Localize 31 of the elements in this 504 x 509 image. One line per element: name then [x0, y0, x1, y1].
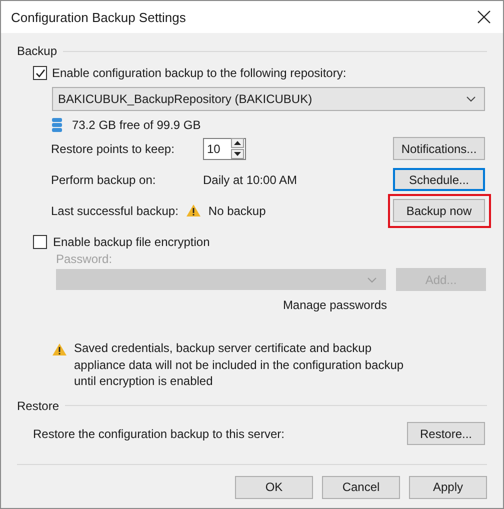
- warning-text: Saved credentials, backup server certificate and backup appliance data will not be included in the configuration backup until encryption is enabled: [74, 340, 405, 390]
- checkbox[interactable]: [33, 235, 47, 249]
- repository-dropdown[interactable]: BAKICUBUK_BackupRepository (BAKICUBUK): [52, 87, 485, 111]
- caret-icon: [466, 96, 476, 102]
- field-label: Password:: [55, 251, 114, 267]
- dialog-button[interactable]: OK: [235, 476, 313, 498]
- close-icon[interactable]: [477, 10, 491, 24]
- last-backup-value: No backup: [208, 204, 266, 218]
- restore-button[interactable]: Restore...: [407, 422, 485, 445]
- notifications-button[interactable]: Notifications...: [393, 137, 485, 160]
- schedule-value: Daily at 10:00 AM: [203, 172, 298, 186]
- checkbox-label[interactable]: Enable backup file encryption: [53, 235, 210, 249]
- dialog-button[interactable]: Apply: [409, 476, 487, 498]
- backup-now-button[interactable]: Backup now: [393, 199, 485, 222]
- manage-passwords-link[interactable]: Manage passwords: [282, 298, 387, 312]
- field-label: Restore points to keep:: [51, 142, 176, 156]
- restore-label: Restore the configuration backup to this server:: [33, 426, 284, 440]
- section-heading: Backup: [17, 44, 58, 58]
- section-heading: Restore: [17, 398, 60, 412]
- checkbox[interactable]: [33, 66, 47, 80]
- field-label: Perform backup on:: [51, 172, 157, 186]
- caret-icon: [367, 276, 377, 282]
- restore-points-spinner[interactable]: 10: [203, 138, 246, 160]
- dialog-button[interactable]: Cancel: [322, 476, 400, 498]
- schedule-button[interactable]: Schedule...: [393, 168, 485, 191]
- database-icon: [52, 118, 62, 132]
- checkbox-label[interactable]: Enable configuration backup to the following repository:: [52, 66, 346, 80]
- field-label: Last successful backup:: [51, 204, 178, 218]
- window-title: Configuration Backup Settings: [11, 10, 186, 24]
- warning-icon: [52, 343, 67, 356]
- storage-text: 73.2 GB free of 99.9 GB: [72, 118, 201, 132]
